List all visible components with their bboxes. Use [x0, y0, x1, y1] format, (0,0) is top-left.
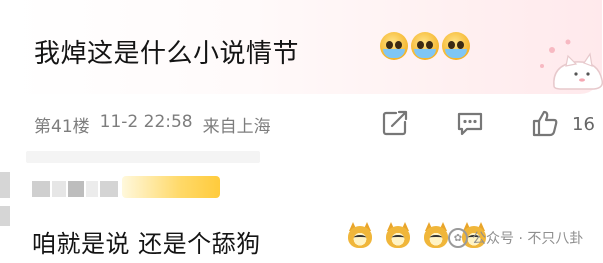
- avatar-edge: [0, 206, 10, 226]
- watermark-text: 公众号 · 不只八卦: [472, 231, 584, 247]
- share-button[interactable]: [380, 108, 410, 138]
- like-button[interactable]: [530, 108, 560, 138]
- emoji-group: [380, 32, 470, 60]
- avatar-edge: [0, 172, 10, 198]
- blurred-username: [32, 181, 118, 197]
- crying-face-icon: [442, 32, 470, 60]
- bubble-cat-decoration-icon: [540, 39, 603, 90]
- dog-emoji-icon: [384, 222, 412, 252]
- comment-icon: [457, 112, 483, 136]
- watermark: ✿ 公众号 · 不只八卦: [448, 228, 583, 248]
- comment-date: 11-2 22:58: [99, 112, 193, 132]
- wechat-icon: ✿: [448, 228, 468, 248]
- floor-number: 第41楼: [34, 117, 90, 137]
- crying-face-icon: [380, 32, 408, 60]
- comment-button[interactable]: [455, 108, 485, 138]
- crying-face-icon: [411, 32, 439, 60]
- dog-emoji-icon: [422, 222, 450, 252]
- divider: [26, 151, 260, 163]
- reply-text: 咱就是说 还是个舔狗: [32, 230, 261, 258]
- blurred-badge: [122, 176, 220, 198]
- comment-bubble: 我焯这是什么小说情节: [12, 0, 603, 94]
- dog-emoji-icon: [346, 222, 374, 252]
- comment-location: 来自上海: [202, 117, 271, 137]
- comment-meta: 第41楼 11-2 22:58 来自上海: [34, 112, 271, 137]
- share-icon: [382, 110, 408, 136]
- like-count: 16: [572, 114, 595, 135]
- thumbs-up-icon: [532, 110, 558, 137]
- comment-text: 我焯这是什么小说情节: [34, 39, 300, 69]
